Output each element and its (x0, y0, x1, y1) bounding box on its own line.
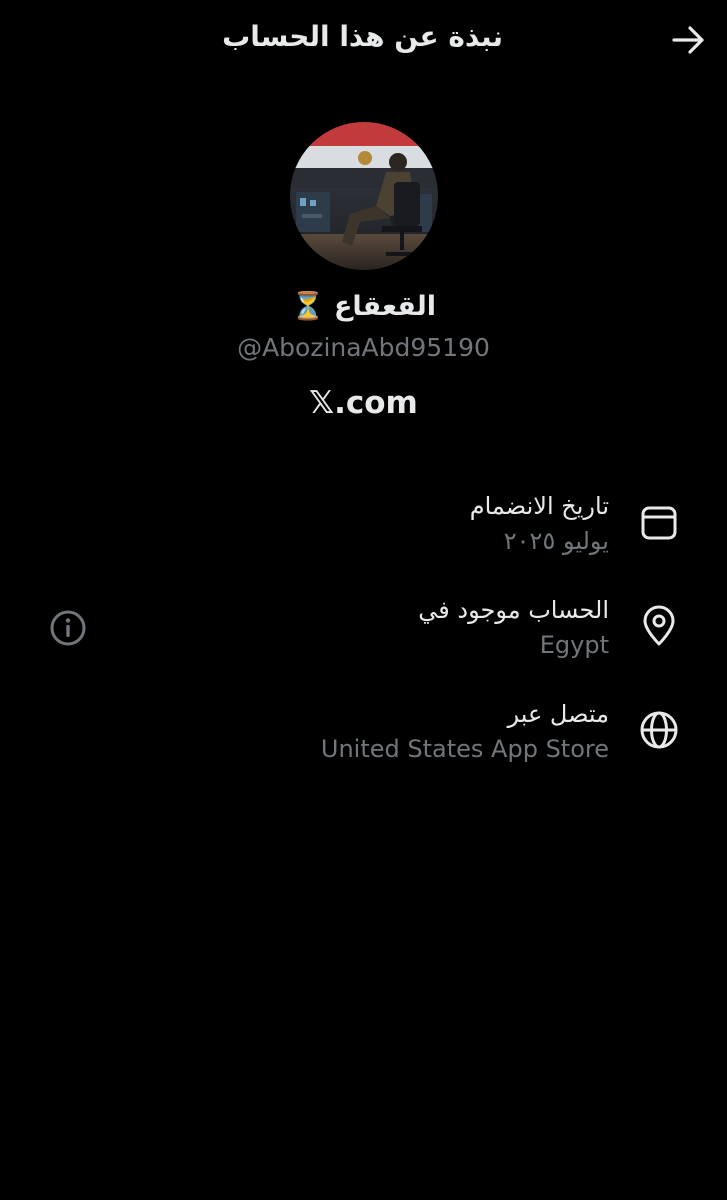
location-pin-icon (637, 604, 681, 648)
calendar-icon (637, 500, 681, 544)
connected-via-value: United States App Store (320, 735, 609, 763)
location-row: الحساب موجود في Egypt (0, 594, 727, 674)
info-icon (50, 610, 86, 646)
location-value: Egypt (539, 631, 609, 659)
info-button[interactable] (48, 608, 88, 648)
connected-via-label: متصل عبر (507, 700, 609, 728)
display-name: القعقاع ⏳ (290, 291, 437, 322)
connected-via-row: متصل عبر United States App Store (0, 698, 727, 778)
join-date-value: يوليو ٢٠٢٥ (503, 527, 609, 555)
globe-icon (637, 708, 681, 752)
header-bar: نبذة عن هذا الحساب (0, 0, 727, 84)
location-label: الحساب موجود في (418, 596, 609, 624)
user-handle: @AbozinaAbd95190 (237, 333, 490, 362)
back-button[interactable] (669, 20, 709, 60)
avatar-image (290, 122, 438, 270)
page-title: نبذة عن هذا الحساب (222, 20, 503, 53)
source-label: 𝕏.com (309, 385, 418, 421)
arrow-right-icon (672, 26, 704, 54)
join-date-label: تاريخ الانضمام (469, 492, 609, 520)
join-date-row: تاريخ الانضمام يوليو ٢٠٢٥ (0, 490, 727, 570)
avatar (290, 122, 438, 270)
